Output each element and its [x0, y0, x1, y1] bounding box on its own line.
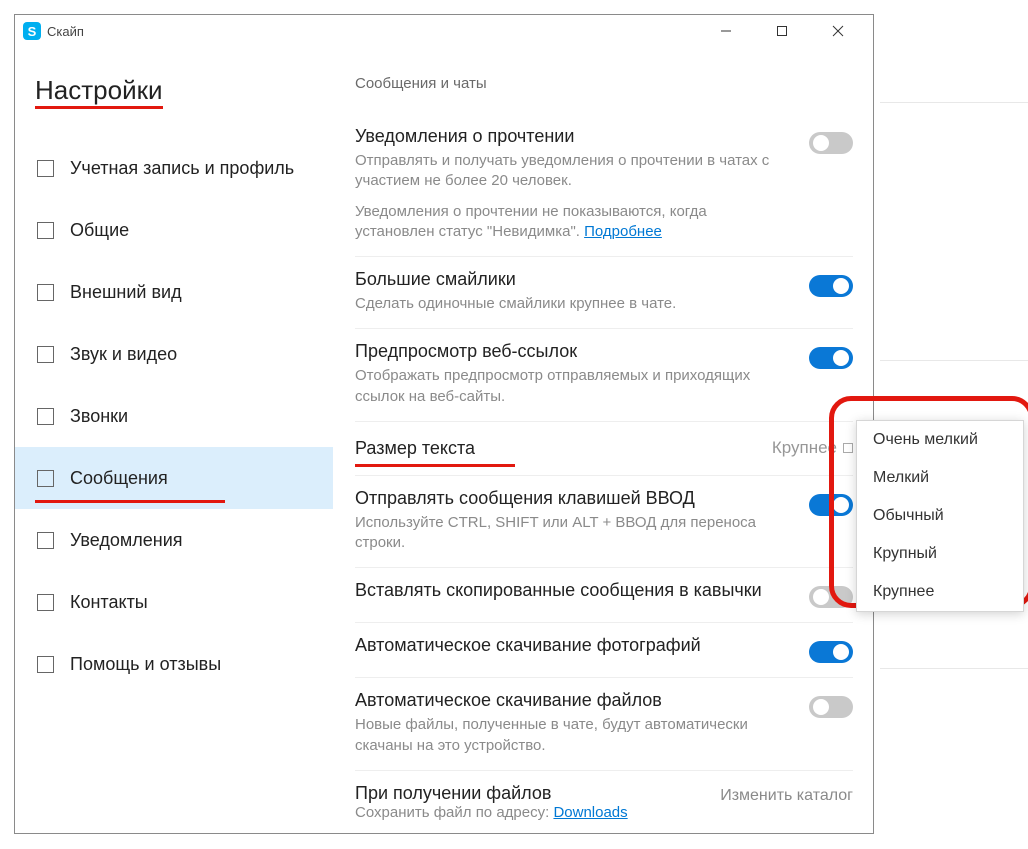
sidebar-item-label: Помощь и отзывы: [70, 654, 221, 675]
maximize-button[interactable]: [765, 17, 799, 45]
sidebar-item-notifications[interactable]: Уведомления: [15, 509, 333, 571]
sidebar-item-account[interactable]: Учетная запись и профиль: [15, 137, 333, 199]
setting-title: Размер текста: [355, 438, 475, 459]
section-header: Сообщения и чаты: [355, 75, 853, 92]
text-size-dropdown: Очень мелкий Мелкий Обычный Крупный Круп…: [856, 420, 1024, 612]
dropdown-item-larger[interactable]: Крупнее: [857, 573, 1023, 611]
sidebar-item-audio-video[interactable]: Звук и видео: [15, 323, 333, 385]
learn-more-link[interactable]: Подробнее: [584, 223, 662, 240]
sidebar-item-label: Сообщения: [70, 468, 168, 489]
sidebar-item-help[interactable]: Помощь и отзывы: [15, 633, 333, 695]
setting-desc: Новые файлы, полученные в чате, будут ав…: [355, 715, 779, 756]
toggle-auto-files[interactable]: [809, 696, 853, 718]
setting-enter-send: Отправлять сообщения клавишей ВВОД Испол…: [355, 476, 853, 569]
setting-text: Автоматическое скачивание фотографий: [355, 635, 779, 663]
titlebar: S Скайп: [15, 15, 873, 47]
toggle-auto-photo[interactable]: [809, 641, 853, 663]
setting-desc: Отправлять и получать уведомления о проч…: [355, 151, 779, 192]
sidebar: Настройки Учетная запись и профиль Общие…: [15, 47, 333, 833]
setting-big-emoji: Большие смайлики Сделать одиночные смайл…: [355, 257, 853, 329]
settings-window: S Скайп Настройки Учетная запись и профи…: [14, 14, 874, 834]
setting-text: Отправлять сообщения клавишей ВВОД Испол…: [355, 488, 779, 554]
close-button[interactable]: [821, 17, 855, 45]
minimize-button[interactable]: [709, 17, 743, 45]
square-icon: [37, 532, 54, 549]
square-icon: [37, 656, 54, 673]
skype-icon: S: [23, 22, 41, 40]
annotation-underline: [35, 500, 225, 503]
setting-text: Уведомления о прочтении Отправлять и пол…: [355, 126, 779, 242]
sidebar-item-label: Звонки: [70, 406, 128, 427]
dropdown-item-very-small[interactable]: Очень мелкий: [857, 421, 1023, 459]
setting-desc: Используйте CTRL, SHIFT или ALT + ВВОД д…: [355, 513, 779, 554]
setting-title: Вставлять скопированные сообщения в кавы…: [355, 580, 779, 601]
sidebar-item-label: Внешний вид: [70, 282, 182, 303]
sidebar-item-appearance[interactable]: Внешний вид: [15, 261, 333, 323]
sidebar-item-messages[interactable]: Сообщения: [15, 447, 333, 509]
setting-text: Предпросмотр веб-ссылок Отображать предп…: [355, 341, 779, 407]
dropdown-item-small[interactable]: Мелкий: [857, 459, 1023, 497]
sidebar-item-label: Общие: [70, 220, 129, 241]
setting-title: Отправлять сообщения клавишей ВВОД: [355, 488, 779, 509]
setting-auto-files: Автоматическое скачивание файлов Новые ф…: [355, 678, 853, 771]
toggle-enter-send[interactable]: [809, 494, 853, 516]
window-controls: [709, 17, 865, 45]
sidebar-item-label: Звук и видео: [70, 344, 177, 365]
setting-web-preview: Предпросмотр веб-ссылок Отображать предп…: [355, 329, 853, 422]
toggle-web-preview[interactable]: [809, 347, 853, 369]
setting-desc: Сделать одиночные смайлики крупнее в чат…: [355, 294, 779, 314]
square-icon: [37, 470, 54, 487]
dropdown-indicator-icon: [843, 443, 853, 453]
setting-desc: Сохранить файл по адресу: Downloads: [355, 804, 853, 821]
square-icon: [37, 408, 54, 425]
setting-title: Предпросмотр веб-ссылок: [355, 341, 779, 362]
app-title: Скайп: [47, 24, 84, 39]
annotation-underline: [355, 464, 515, 467]
setting-text: Большие смайлики Сделать одиночные смайл…: [355, 269, 779, 314]
setting-paste-quotes: Вставлять скопированные сообщения в кавы…: [355, 568, 853, 623]
setting-title: Уведомления о прочтении: [355, 126, 779, 147]
setting-note: Уведомления о прочтении не показываются,…: [355, 202, 779, 243]
setting-text: Вставлять скопированные сообщения в кавы…: [355, 580, 779, 608]
sidebar-item-label: Контакты: [70, 592, 148, 613]
square-icon: [37, 594, 54, 611]
setting-title: Автоматическое скачивание фотографий: [355, 635, 779, 656]
setting-read-receipts: Уведомления о прочтении Отправлять и пол…: [355, 114, 853, 257]
setting-title: Автоматическое скачивание файлов: [355, 690, 779, 711]
dropdown-item-normal[interactable]: Обычный: [857, 497, 1023, 535]
sidebar-item-label: Учетная запись и профиль: [70, 158, 294, 179]
square-icon: [37, 160, 54, 177]
downloads-link[interactable]: Downloads: [553, 804, 627, 821]
setting-auto-photo: Автоматическое скачивание фотографий: [355, 623, 853, 678]
setting-text: Автоматическое скачивание файлов Новые ф…: [355, 690, 779, 756]
sidebar-item-calls[interactable]: Звонки: [15, 385, 333, 447]
setting-text-size[interactable]: Размер текста Крупнее: [355, 422, 853, 476]
square-icon: [37, 346, 54, 363]
sidebar-title: Настройки: [15, 75, 333, 117]
text-size-value[interactable]: Крупнее: [772, 438, 853, 458]
setting-on-receive: Изменить каталог При получении файлов Со…: [355, 771, 853, 821]
setting-desc: Отображать предпросмотр отправляемых и п…: [355, 366, 779, 407]
square-icon: [37, 222, 54, 239]
change-catalog-button[interactable]: Изменить каталог: [720, 787, 853, 805]
square-icon: [37, 284, 54, 301]
nav-list: Учетная запись и профиль Общие Внешний в…: [15, 137, 333, 695]
toggle-paste-quotes[interactable]: [809, 586, 853, 608]
sidebar-item-contacts[interactable]: Контакты: [15, 571, 333, 633]
dropdown-item-large[interactable]: Крупный: [857, 535, 1023, 573]
setting-control: [793, 126, 853, 242]
setting-title: Большие смайлики: [355, 269, 779, 290]
content-area: Сообщения и чаты Уведомления о прочтении…: [333, 47, 873, 833]
sidebar-item-general[interactable]: Общие: [15, 199, 333, 261]
sidebar-item-label: Уведомления: [70, 530, 183, 551]
toggle-big-emoji[interactable]: [809, 275, 853, 297]
body: Настройки Учетная запись и профиль Общие…: [15, 47, 873, 833]
toggle-read-receipts[interactable]: [809, 132, 853, 154]
